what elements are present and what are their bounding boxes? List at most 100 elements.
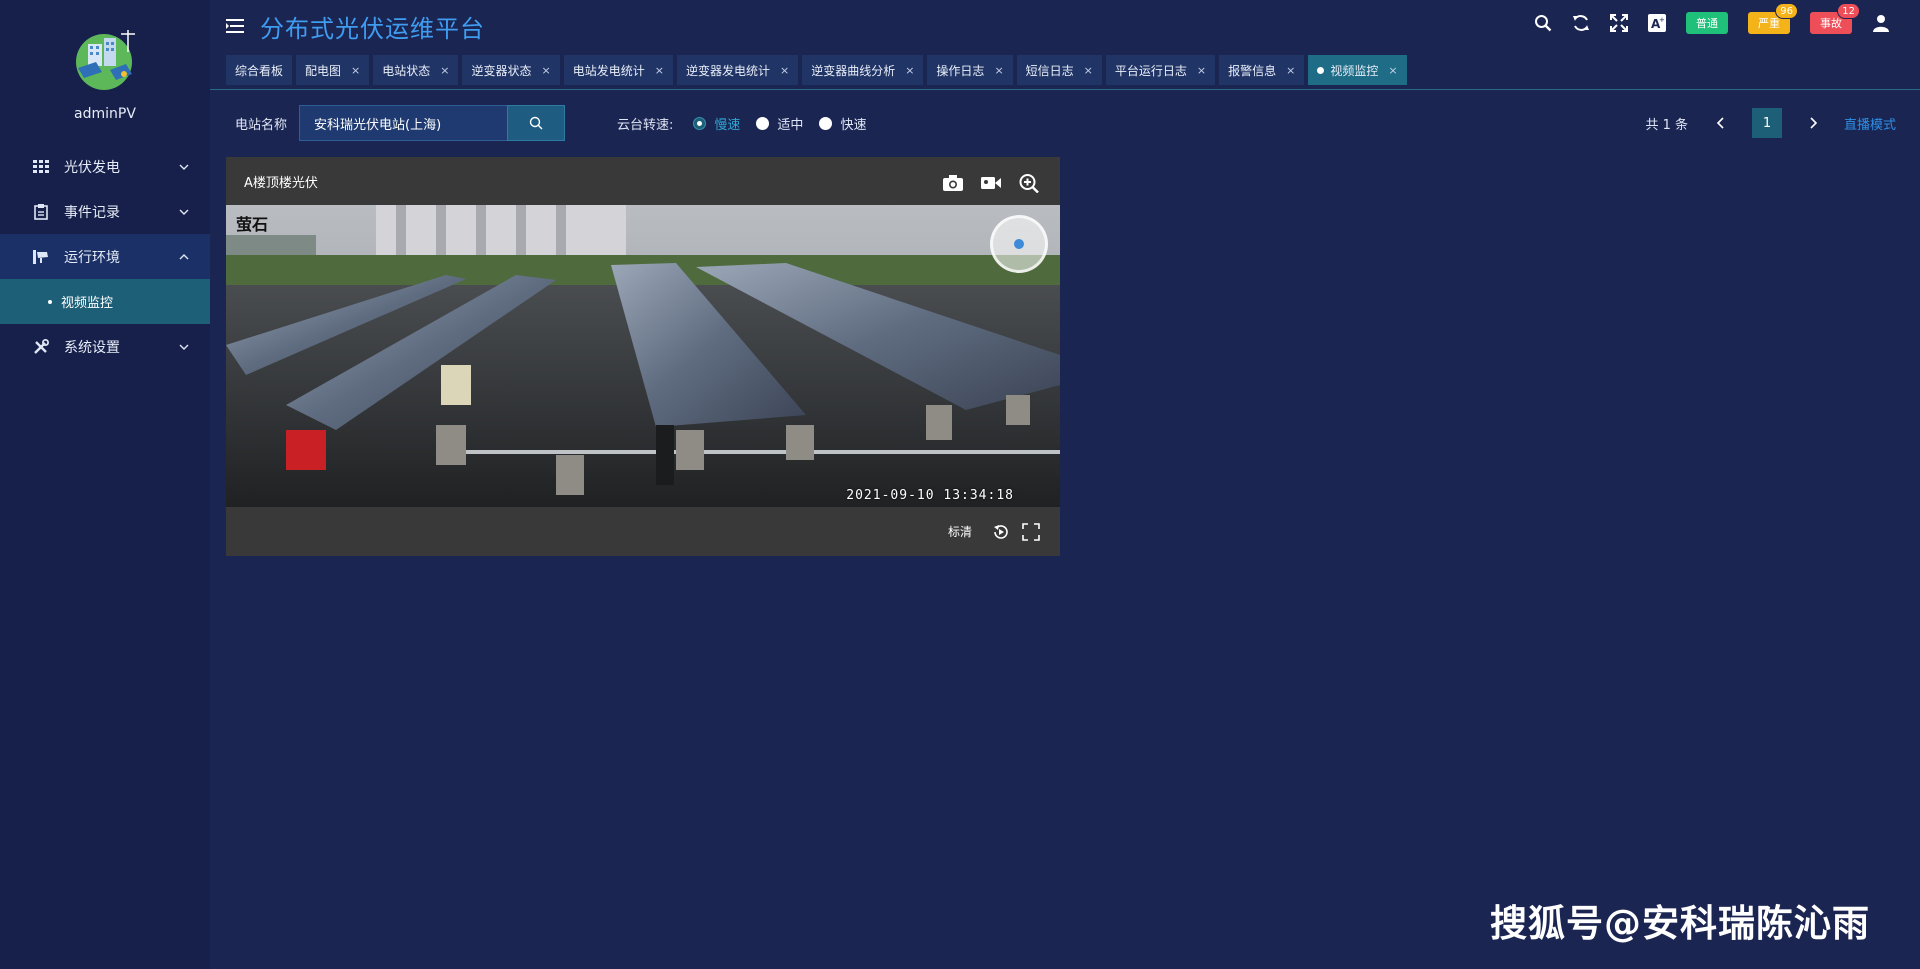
tab-station-status[interactable]: 电站状态 × — [373, 55, 459, 85]
speed-medium-radio[interactable]: 适中 — [756, 114, 803, 133]
sidebar-item-system-settings[interactable]: 系统设置 — [0, 324, 210, 369]
video-actions — [942, 173, 1040, 193]
next-page-icon[interactable] — [1806, 116, 1820, 130]
logo-area: adminPV — [0, 0, 210, 134]
station-select[interactable]: 安科瑞光伏电站(上海) — [299, 105, 508, 141]
tools-icon — [32, 338, 50, 356]
radio-label: 慢速 — [714, 117, 741, 133]
alert-serious-label: 严重 — [1758, 17, 1780, 30]
alert-accident-button[interactable]: 事故 12 — [1810, 3, 1860, 34]
tab-video-monitor[interactable]: 视频监控 × — [1308, 55, 1407, 85]
ptz-speed-label: 云台转速: — [617, 117, 674, 133]
tab-label: 逆变器状态 — [471, 63, 532, 78]
sidebar-item-pv-generation[interactable]: 光伏发电 — [0, 144, 210, 189]
search-icon[interactable] — [1532, 12, 1554, 34]
zoom-in-icon[interactable] — [1018, 173, 1040, 193]
user-icon[interactable] — [1870, 12, 1892, 34]
solar-rooftop-video-image — [226, 205, 1060, 507]
top-header: 分布式光伏运维平台 A + 普通 严重 96 事故 12 — [210, 0, 1920, 52]
page-title: 分布式光伏运维平台 — [260, 14, 485, 43]
close-icon[interactable]: × — [1286, 64, 1295, 77]
close-icon[interactable]: × — [542, 64, 551, 77]
sidebar: adminPV 光伏发电 事件记录 运行环境 视频监控 系统设置 — [0, 0, 210, 969]
close-icon[interactable]: × — [1388, 64, 1397, 77]
search-button[interactable] — [507, 105, 566, 141]
close-icon[interactable]: × — [655, 64, 664, 77]
sidebar-item-runtime-env[interactable]: 运行环境 — [0, 234, 210, 279]
tab-label: 电站状态 — [382, 63, 431, 78]
refresh-icon[interactable] — [1570, 12, 1592, 34]
cctv-icon — [32, 248, 50, 266]
close-icon[interactable]: × — [1197, 64, 1206, 77]
tab-inverter-generation-stats[interactable]: 逆变器发电统计 × — [676, 55, 799, 85]
radio-icon — [819, 116, 833, 130]
tab-inverter-curve-analysis[interactable]: 逆变器曲线分析 × — [802, 55, 924, 85]
video-stream[interactable]: 萤石 2021-09-10 13:34:18 — [226, 205, 1060, 507]
tab-dashboard[interactable]: 综合看板 — [226, 55, 293, 85]
tab-label: 视频监控 — [1330, 63, 1379, 78]
tab-label: 配电图 — [305, 63, 342, 78]
fullscreen-icon[interactable] — [1608, 12, 1630, 34]
alert-normal-button[interactable]: 普通 — [1686, 12, 1728, 34]
menu-toggle-icon[interactable] — [226, 18, 244, 34]
pagination: 共 1 条 1 直播模式 — [1645, 105, 1896, 141]
close-icon[interactable]: × — [994, 64, 1003, 77]
divider — [210, 89, 1920, 90]
close-icon[interactable]: × — [1084, 64, 1093, 77]
tab-label: 逆变器曲线分析 — [811, 63, 896, 78]
side-menu: 光伏发电 事件记录 运行环境 视频监控 系统设置 — [0, 144, 210, 369]
video-record-icon[interactable] — [980, 173, 1002, 193]
sidebar-item-event-records[interactable]: 事件记录 — [0, 189, 210, 234]
camera-snapshot-icon[interactable] — [942, 173, 964, 193]
video-header: A楼顶楼光伏 — [226, 157, 1060, 205]
search-icon — [529, 116, 543, 130]
svg-text:+: + — [1659, 16, 1665, 24]
quality-selector[interactable]: 标清 — [948, 523, 972, 540]
station-label: 电站名称 — [235, 117, 288, 133]
playback-icon[interactable] — [992, 523, 1010, 541]
header-actions: A + 普通 严重 96 事故 12 — [1516, 3, 1892, 34]
speed-fast-radio[interactable]: 快速 — [819, 114, 866, 133]
fullscreen-icon[interactable] — [1022, 522, 1040, 541]
tab-inverter-status[interactable]: 逆变器状态 × — [462, 55, 560, 85]
live-mode-link[interactable]: 直播模式 — [1844, 114, 1896, 133]
tab-sms-log[interactable]: 短信日志 × — [1016, 55, 1102, 85]
app-logo — [76, 30, 135, 90]
close-icon[interactable]: × — [440, 64, 449, 77]
alert-accident-label: 事故 — [1820, 17, 1842, 30]
ptz-center-icon[interactable] — [1014, 239, 1024, 249]
grid-icon — [32, 158, 50, 176]
sidebar-subitem-video-monitor[interactable]: 视频监控 — [0, 279, 210, 324]
tab-operation-log[interactable]: 操作日志 × — [927, 55, 1013, 85]
tab-alarm-info[interactable]: 报警信息 × — [1219, 55, 1305, 85]
tab-platform-log[interactable]: 平台运行日志 × — [1105, 55, 1216, 85]
alert-accident-count: 12 — [1837, 3, 1860, 19]
prev-page-icon[interactable] — [1714, 116, 1728, 130]
radio-icon — [693, 116, 707, 130]
ptz-control[interactable] — [990, 215, 1048, 273]
tab-station-generation-stats[interactable]: 电站发电统计 × — [563, 55, 673, 85]
camera-brand-logo: 萤石 — [236, 215, 269, 234]
alert-serious-count: 96 — [1775, 3, 1798, 19]
video-title: A楼顶楼光伏 — [244, 175, 318, 191]
close-icon[interactable]: × — [351, 64, 360, 77]
tab-label: 操作日志 — [936, 63, 985, 78]
tab-bar: 综合看板 配电图 × 电站状态 × 逆变器状态 × 电站发电统计 × 逆变器发电统计 × … — [226, 55, 1407, 85]
username: adminPV — [74, 106, 136, 122]
chevron-down-icon — [179, 164, 189, 170]
total-count: 共 1 条 — [1645, 117, 1688, 133]
alert-serious-button[interactable]: 严重 96 — [1748, 3, 1798, 34]
filter-toolbar: 电站名称 安科瑞光伏电站(上海) 云台转速: 慢速 适中 快速 共 1 条 1 … — [235, 105, 1896, 141]
page-number[interactable]: 1 — [1751, 108, 1782, 138]
watermark: 搜狐号@安科瑞陈沁雨 — [1490, 902, 1870, 945]
radio-label: 快速 — [840, 117, 867, 133]
chevron-down-icon — [179, 344, 189, 350]
tab-distribution-diagram[interactable]: 配电图 × — [296, 55, 370, 85]
font-size-icon[interactable]: A + — [1646, 12, 1668, 34]
video-footer: 标清 — [226, 507, 1060, 556]
close-icon[interactable]: × — [905, 64, 914, 77]
speed-slow-radio[interactable]: 慢速 — [693, 114, 740, 133]
close-icon[interactable]: × — [780, 64, 789, 77]
sidebar-item-label: 事件记录 — [64, 204, 120, 221]
bullet-icon — [48, 299, 52, 304]
